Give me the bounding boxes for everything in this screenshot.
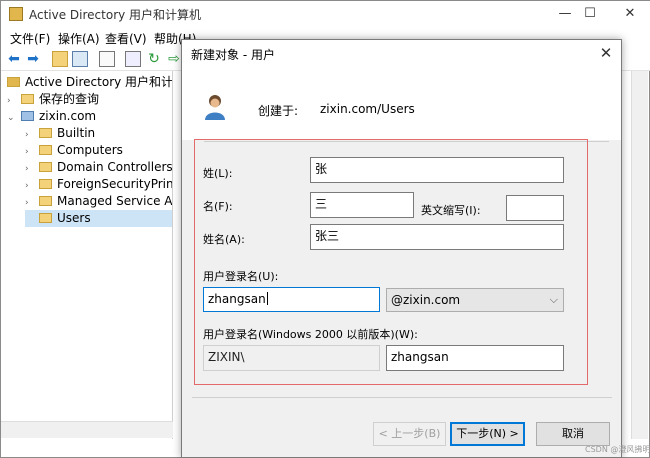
- tree-item-computers[interactable]: › Computers: [25, 142, 172, 159]
- folder-icon: [39, 162, 52, 172]
- tree-horizontal-scrollbar[interactable]: [1, 421, 173, 438]
- tree-item-users[interactable]: Users: [25, 210, 172, 227]
- watermark-text: CSDN @澄风拂明月: [585, 445, 650, 454]
- domain-icon: [21, 111, 34, 121]
- export-icon[interactable]: ⇨: [166, 51, 182, 67]
- console-tree: Active Directory 用户和计算机 ›保存的查询 ⌄zixin.co…: [1, 71, 173, 439]
- folder-icon: [39, 128, 52, 138]
- back-button[interactable]: < 上一步(B): [373, 422, 446, 446]
- ad-root-icon: [7, 77, 20, 87]
- folder-icon: [39, 213, 52, 223]
- full-name-label: 姓名(A):: [203, 233, 245, 246]
- domain-suffix-select[interactable]: @zixin.com ⌵: [386, 288, 564, 312]
- chevron-down-icon[interactable]: ⌄: [7, 110, 17, 127]
- console-tree-icon[interactable]: [72, 51, 88, 67]
- first-name-input[interactable]: 三: [310, 192, 414, 218]
- folder-icon: [39, 179, 52, 189]
- first-name-label: 名(F):: [203, 200, 233, 213]
- pre2000-logon-label: 用户登录名(Windows 2000 以前版本)(W):: [203, 328, 418, 341]
- logon-name-input[interactable]: zhangsan: [203, 287, 380, 312]
- new-user-dialog: 新建对象 - 用户 ✕ 创建于: zixin.com/Users 姓(L): 张…: [181, 39, 622, 458]
- logon-name-label: 用户登录名(U):: [203, 270, 279, 283]
- dialog-title: 新建对象 - 用户: [191, 48, 275, 62]
- tree-item-foreign-security[interactable]: ›ForeignSecurityPrincipa: [25, 176, 172, 193]
- user-icon: [205, 95, 225, 120]
- ad-app-icon: [9, 7, 23, 21]
- details-vertical-scrollbar[interactable]: [631, 71, 648, 439]
- create-in-label: 创建于:: [258, 104, 299, 118]
- cancel-button[interactable]: 取消: [536, 422, 610, 446]
- tree-item-managed-service[interactable]: ›Managed Service Acco: [25, 193, 172, 210]
- tree-item-domain[interactable]: ⌄ zixin.com: [7, 108, 172, 125]
- close-button[interactable]: ✕: [608, 1, 650, 27]
- initials-input[interactable]: [506, 195, 564, 221]
- full-name-input[interactable]: 张三: [310, 224, 564, 250]
- forward-arrow-icon[interactable]: ➡: [25, 51, 41, 67]
- maximize-button[interactable]: ☐: [568, 1, 612, 27]
- back-arrow-icon[interactable]: ⬅: [6, 51, 22, 67]
- properties-icon[interactable]: [125, 51, 141, 67]
- dialog-title-bar[interactable]: 新建对象 - 用户 ✕: [182, 40, 621, 66]
- menu-file[interactable]: 文件(F): [10, 30, 50, 47]
- text-caret: [266, 292, 268, 305]
- tree-item-saved-queries[interactable]: › 保存的查询: [7, 91, 172, 108]
- pre2000-domain-field: ZIXIN\: [203, 345, 380, 371]
- folder-icon: [21, 94, 34, 104]
- copy-icon[interactable]: [99, 51, 115, 67]
- refresh-icon[interactable]: ↻: [146, 51, 162, 67]
- tree-item-builtin[interactable]: › Builtin: [25, 125, 172, 142]
- app-title: Active Directory 用户和计算机: [29, 8, 202, 22]
- folder-icon: [39, 145, 52, 155]
- pre2000-logon-input[interactable]: zhangsan: [386, 345, 564, 371]
- main-title-bar[interactable]: Active Directory 用户和计算机 — ☐ ✕: [1, 1, 650, 27]
- footer-divider: [192, 397, 612, 398]
- dialog-close-button[interactable]: ✕: [592, 40, 620, 66]
- folder-icon: [39, 196, 52, 206]
- chevron-down-icon: ⌵: [549, 293, 558, 306]
- last-name-input[interactable]: 张: [310, 157, 564, 183]
- menu-action[interactable]: 操作(A): [58, 30, 100, 47]
- folder-up-icon[interactable]: [52, 51, 68, 67]
- tree-item-root[interactable]: Active Directory 用户和计算机: [7, 74, 172, 91]
- next-button[interactable]: 下一步(N) >: [450, 422, 525, 446]
- tree-item-domain-controllers[interactable]: › Domain Controllers: [25, 159, 172, 176]
- initials-label: 英文缩写(I):: [421, 204, 481, 217]
- menu-view[interactable]: 查看(V): [105, 30, 147, 47]
- create-in-value: zixin.com/Users: [320, 102, 415, 116]
- last-name-label: 姓(L):: [203, 167, 233, 180]
